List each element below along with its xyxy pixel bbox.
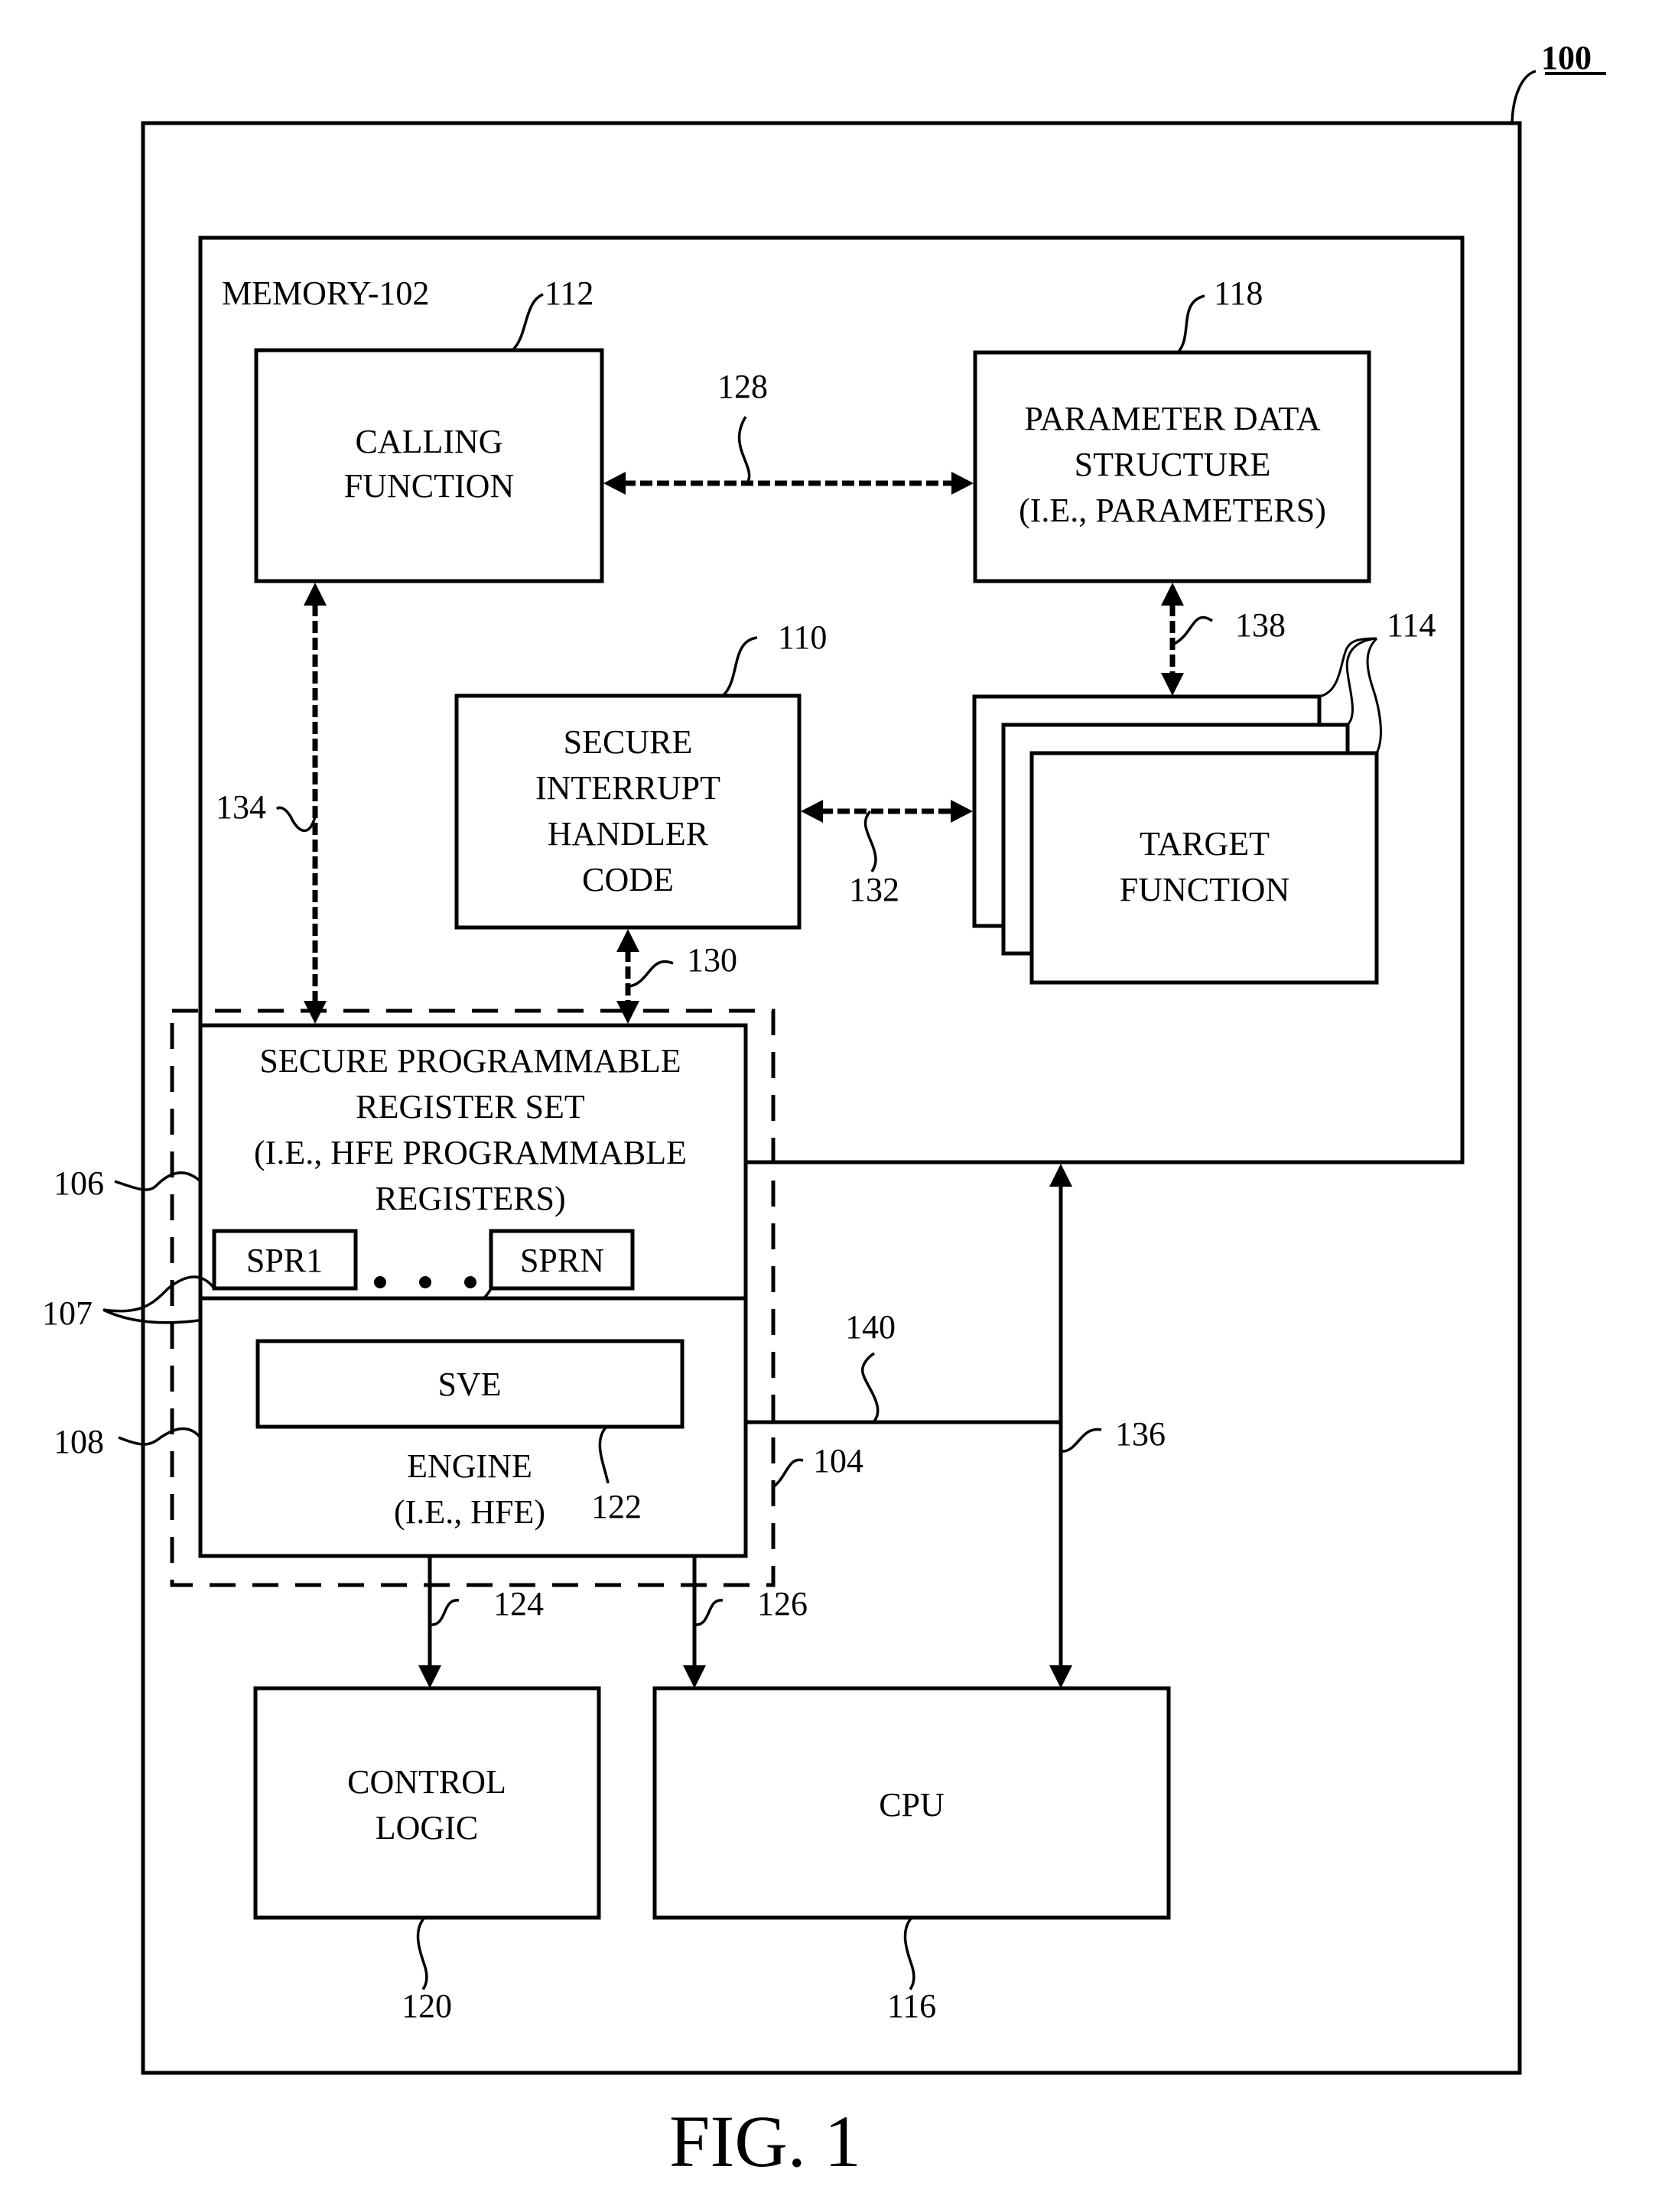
engine-line-2: (I.E., HFE)	[394, 1493, 545, 1531]
connection-128-ref: 128	[717, 368, 768, 405]
target-function-front-box	[1029, 751, 1379, 985]
calling-function-line-1: CALLING	[355, 423, 502, 460]
ellipsis-dot-1	[374, 1276, 386, 1288]
connection-140-ref: 140	[845, 1308, 896, 1346]
sih-line-2: INTERRUPT	[535, 769, 720, 807]
parameter-line-2: STRUCTURE	[1075, 446, 1271, 483]
connection-124-ref: 124	[493, 1585, 544, 1622]
connection-126-ref: 126	[757, 1585, 808, 1622]
parameter-ref: 118	[1214, 274, 1263, 312]
control-logic-line-2: LOGIC	[376, 1809, 478, 1847]
sprn-label: SPRN	[520, 1242, 604, 1279]
engine-ref: 108	[54, 1423, 104, 1460]
target-function-line-1: TARGET	[1140, 825, 1270, 862]
spr1-label: SPR1	[246, 1242, 323, 1279]
calling-function-ref: 112	[545, 274, 593, 312]
sih-line-1: SECURE	[564, 723, 693, 761]
calling-function-box	[254, 348, 604, 583]
sih-line-3: HANDLER	[548, 815, 709, 853]
sve-label: SVE	[437, 1366, 501, 1403]
control-logic-line-1: CONTROL	[347, 1763, 506, 1801]
registers-ref: 107	[42, 1294, 93, 1332]
control-logic-ref: 120	[402, 1987, 452, 2025]
connection-138-ref: 138	[1235, 606, 1286, 644]
system-leader-line	[1511, 70, 1537, 124]
sve-ref: 122	[591, 1488, 642, 1525]
parameter-line-1: PARAMETER DATA	[1024, 400, 1320, 437]
target-function-ref: 114	[1387, 606, 1436, 644]
connection-136-ref: 136	[1115, 1415, 1166, 1453]
cpu-label: CPU	[879, 1786, 945, 1824]
connection-132-ref: 132	[849, 871, 899, 908]
ellipsis-dot-2	[419, 1276, 431, 1288]
register-set-line-3: (I.E., HFE PROGRAMMABLE	[254, 1134, 687, 1171]
system-reference: 100	[1511, 39, 1606, 124]
hfe-group-ref: 104	[813, 1442, 863, 1480]
system-ref-label: 100	[1541, 39, 1592, 76]
sih-ref: 110	[778, 619, 827, 656]
parameter-line-3: (I.E., PARAMETERS)	[1019, 492, 1326, 529]
patent-figure: 100 MEMORY-102 CALLING FUNCTION 112 PARA…	[42, 39, 1606, 2182]
register-set-line-1: SECURE PROGRAMMABLE	[259, 1042, 681, 1080]
connection-134-ref: 134	[216, 788, 266, 826]
sih-line-4: CODE	[582, 861, 674, 898]
cpu-ref: 116	[887, 1987, 936, 2025]
control-logic-box	[253, 1686, 601, 1920]
memory-label: MEMORY-102	[222, 274, 429, 312]
engine-line-1: ENGINE	[407, 1447, 532, 1485]
register-set-line-2: REGISTER SET	[356, 1088, 585, 1125]
calling-function-line-2: FUNCTION	[344, 467, 514, 505]
register-set-ref: 106	[54, 1164, 104, 1202]
connection-130-ref: 130	[687, 941, 737, 979]
target-function-line-2: FUNCTION	[1120, 871, 1289, 908]
register-set-line-4: REGISTERS)	[375, 1180, 565, 1217]
figure-caption: FIG. 1	[669, 2100, 861, 2182]
ellipsis-dot-3	[464, 1276, 476, 1288]
